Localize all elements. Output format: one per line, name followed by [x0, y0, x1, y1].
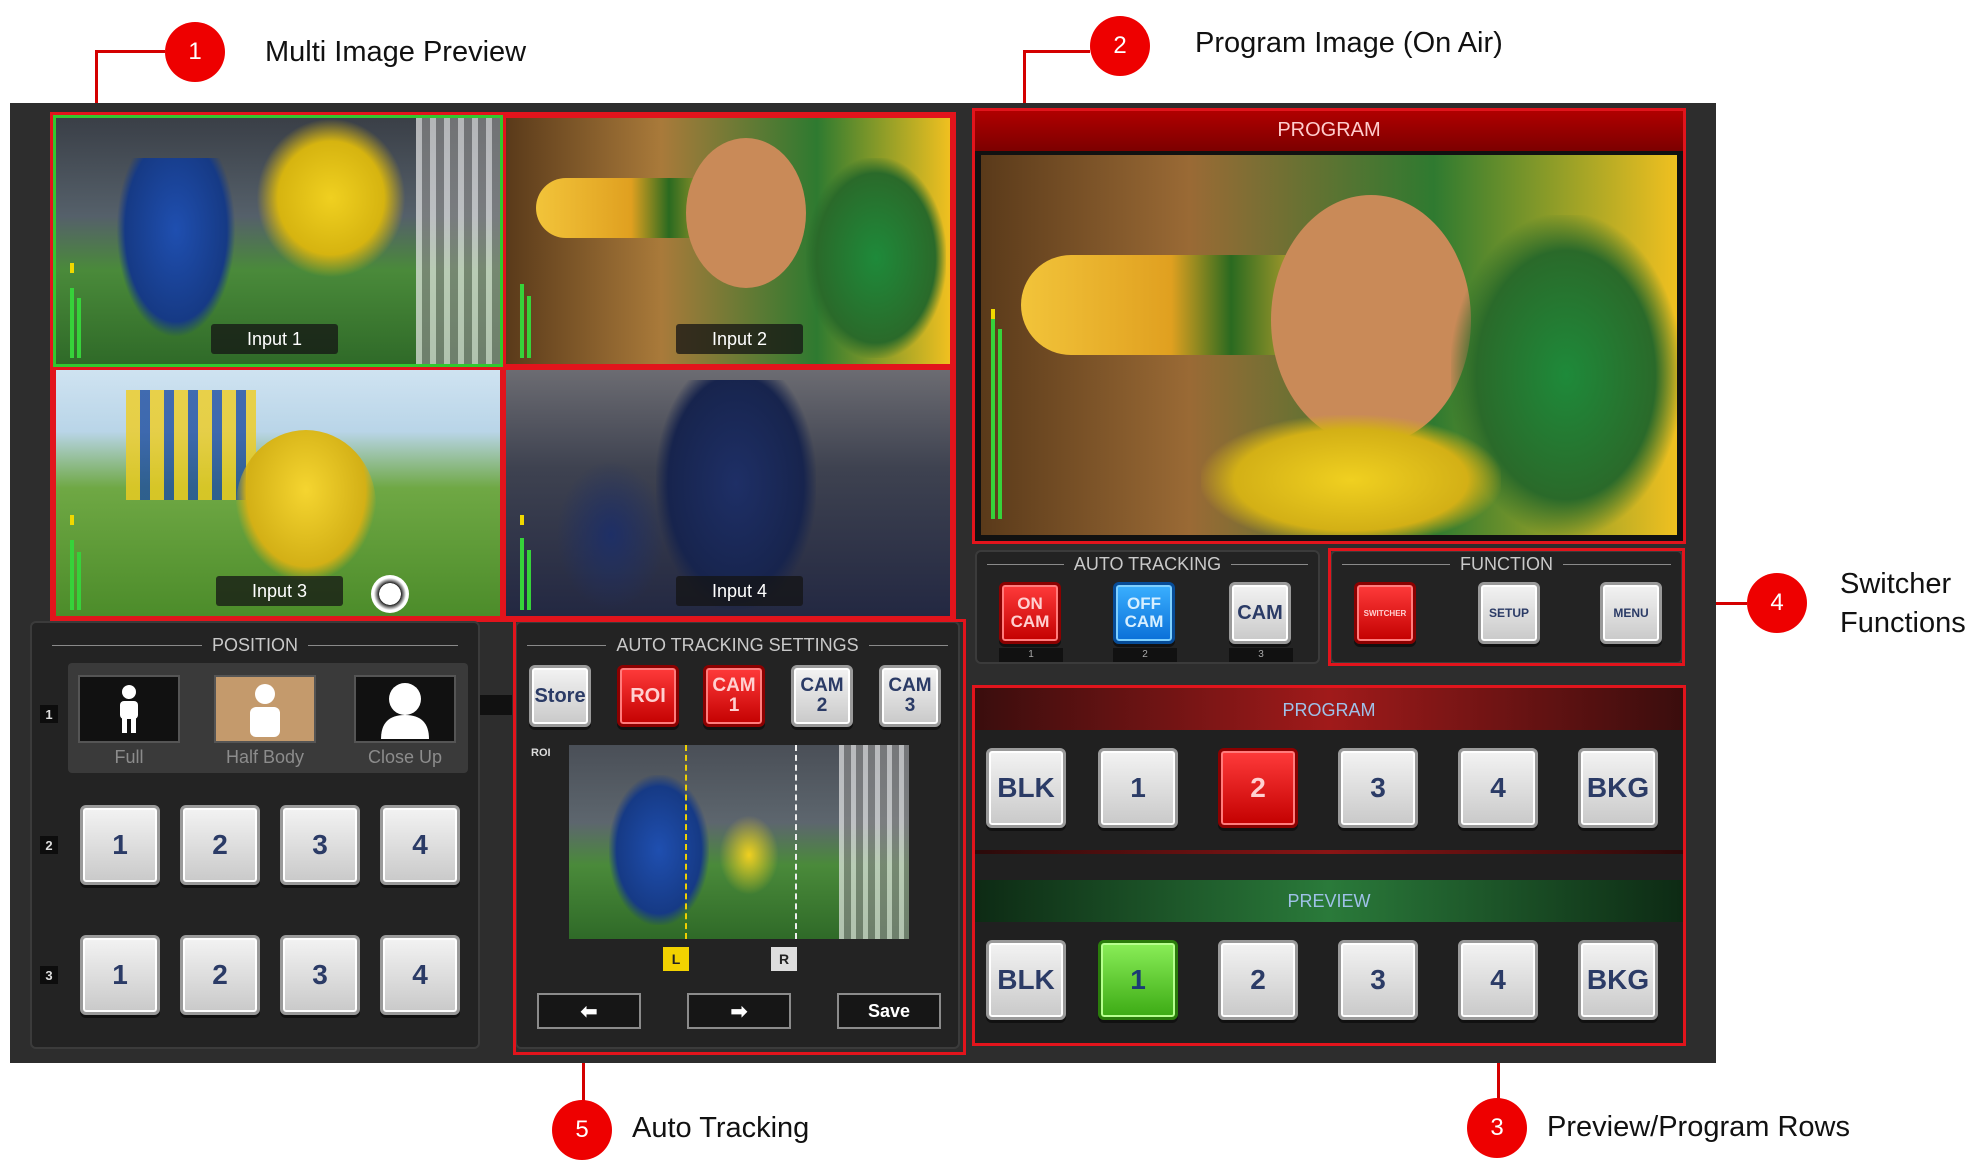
preset-half-body-label: Half Body	[225, 747, 305, 767]
full-body-icon	[120, 685, 138, 733]
callout-5-label: Auto Tracking	[632, 1112, 810, 1144]
position-title: POSITION	[201, 635, 308, 655]
callout-3-badge: 3	[1467, 1098, 1527, 1158]
program-key-2[interactable]: 2	[1218, 748, 1298, 828]
preview-key-4[interactable]: 4	[1458, 940, 1538, 1020]
position-row2-key-3[interactable]: 3	[280, 805, 360, 885]
callout-2-badge: 2	[1090, 16, 1150, 76]
preset-half-body[interactable]	[214, 675, 316, 743]
program-highlight-box	[972, 108, 1686, 544]
position-row2-key-4[interactable]: 4	[380, 805, 460, 885]
callout-1-badge: 1	[165, 22, 225, 82]
program-key-3[interactable]: 3	[1338, 748, 1418, 828]
preset-close-up[interactable]	[354, 675, 456, 743]
auto-tracking-settings-panel: AUTO TRACKING SETTINGS Store ROI CAM 1 C…	[513, 619, 966, 1055]
tally-3: 3	[1229, 648, 1293, 662]
preview-key-bkg[interactable]: BKG	[1578, 940, 1658, 1020]
half-body-icon	[250, 683, 280, 737]
preview-key-blk[interactable]: BLK	[986, 940, 1066, 1020]
program-key-1[interactable]: 1	[1098, 748, 1178, 828]
program-preview-rows: PROGRAM PREVIEW	[972, 685, 1686, 1046]
callout-4-label-line2: Functions	[1840, 607, 1966, 639]
preset-full[interactable]	[78, 675, 180, 743]
preview-key-2[interactable]: 2	[1218, 940, 1298, 1020]
close-up-icon	[381, 683, 429, 739]
position-row2-key-1[interactable]: 1	[80, 805, 160, 885]
tally-1: 1	[999, 648, 1063, 662]
callout-4-label-line1: Switcher	[1840, 568, 1952, 600]
preview-key-3[interactable]: 3	[1338, 940, 1418, 1020]
row-1-number: 1	[40, 705, 58, 723]
on-cam-button[interactable]: ON CAM	[999, 582, 1061, 644]
callout-3-label: Preview/Program Rows	[1547, 1111, 1850, 1143]
program-key-blk[interactable]: BLK	[986, 748, 1066, 828]
callout-2-label: Program Image (On Air)	[1195, 27, 1503, 59]
callout-1-label: Multi Image Preview	[265, 36, 527, 68]
position-row3-key-2[interactable]: 2	[180, 935, 260, 1015]
switcher-app: Input 1 Input 2 Input 3 Input 4 PROGRAM …	[10, 103, 1716, 1063]
position-row2-key-2[interactable]: 2	[180, 805, 260, 885]
program-key-4[interactable]: 4	[1458, 748, 1538, 828]
position-row3-key-1[interactable]: 1	[80, 935, 160, 1015]
program-monitor: PROGRAM	[972, 108, 1686, 544]
preset-close-up-label: Close Up	[367, 747, 443, 767]
tally-2: 2	[1113, 648, 1177, 662]
function-highlight-box	[1328, 548, 1685, 666]
preview-key-1[interactable]: 1	[1098, 940, 1178, 1020]
multiview-highlight-box	[50, 112, 956, 622]
auto-tracking-highlight-box	[513, 619, 966, 1055]
callout-4-badge: 4	[1747, 573, 1807, 633]
position-panel: POSITION 1 Full Half Body Close Up 2 3 1…	[30, 621, 480, 1049]
callout-5-badge: 5	[552, 1100, 612, 1160]
position-row3-key-4[interactable]: 4	[380, 935, 460, 1015]
auto-tracking-title: AUTO TRACKING	[1063, 554, 1232, 574]
row-2-number: 2	[40, 836, 58, 854]
row-3-number: 3	[40, 966, 58, 984]
off-cam-button[interactable]: OFF CAM	[1113, 582, 1175, 644]
preset-full-label: Full	[114, 747, 144, 767]
program-key-bkg[interactable]: BKG	[1578, 748, 1658, 828]
multiview: Input 1 Input 2 Input 3 Input 4	[50, 112, 956, 622]
position-row3-key-3[interactable]: 3	[280, 935, 360, 1015]
auto-tracking-strip: AUTO TRACKING ON CAM OFF CAM CAM 1 2 3	[975, 550, 1320, 664]
cam-button[interactable]: CAM	[1229, 582, 1291, 644]
function-panel: FUNCTION SWITCHER SETUP MENU	[1328, 548, 1685, 666]
